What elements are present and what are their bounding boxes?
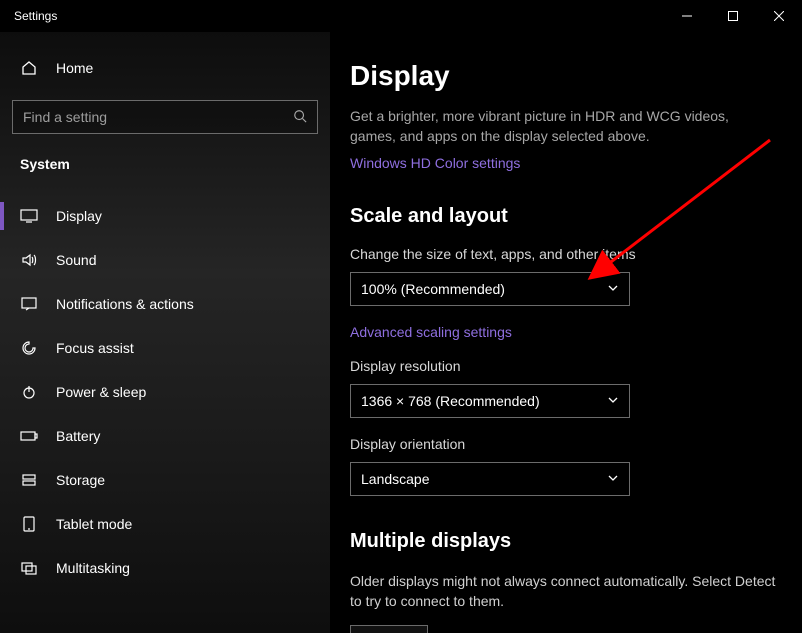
resolution-label: Display resolution: [350, 358, 782, 374]
close-icon: [774, 11, 784, 21]
notifications-icon: [20, 296, 38, 312]
sidebar-item-storage[interactable]: Storage: [12, 458, 318, 502]
titlebar: Settings: [0, 0, 802, 32]
sidebar: Home System Display Sound Notifications …: [0, 32, 330, 633]
chevron-down-icon: [607, 471, 619, 487]
category-label: System: [12, 156, 318, 176]
maximize-button[interactable]: [710, 0, 756, 32]
chevron-down-icon: [607, 393, 619, 409]
home-icon: [20, 60, 38, 76]
power-icon: [20, 384, 38, 400]
storage-icon: [20, 472, 38, 488]
home-button[interactable]: Home: [12, 50, 318, 86]
sidebar-item-label: Focus assist: [56, 340, 134, 356]
sidebar-item-sound[interactable]: Sound: [12, 238, 318, 282]
display-icon: [20, 209, 38, 223]
main-content: Display Get a brighter, more vibrant pic…: [330, 32, 802, 633]
sidebar-item-label: Tablet mode: [56, 516, 132, 532]
search-icon: [293, 109, 307, 126]
window-controls: [664, 0, 802, 32]
sidebar-item-label: Power & sleep: [56, 384, 146, 400]
multiple-displays-desc: Older displays might not always connect …: [350, 571, 780, 612]
sidebar-item-power-sleep[interactable]: Power & sleep: [12, 370, 318, 414]
advanced-scaling-link[interactable]: Advanced scaling settings: [350, 324, 512, 340]
sidebar-item-label: Sound: [56, 252, 96, 268]
orientation-dropdown[interactable]: Landscape: [350, 462, 630, 496]
sidebar-item-tablet-mode[interactable]: Tablet mode: [12, 502, 318, 546]
search-box[interactable]: [12, 100, 318, 134]
app-title: Settings: [14, 9, 57, 23]
close-button[interactable]: [756, 0, 802, 32]
sidebar-item-label: Battery: [56, 428, 100, 444]
home-label: Home: [56, 60, 93, 76]
text-size-label: Change the size of text, apps, and other…: [350, 246, 782, 262]
chevron-down-icon: [607, 281, 619, 297]
sidebar-item-label: Multitasking: [56, 560, 130, 576]
sidebar-item-battery[interactable]: Battery: [12, 414, 318, 458]
sidebar-item-label: Notifications & actions: [56, 296, 194, 312]
detect-button[interactable]: Detect: [350, 625, 428, 633]
battery-icon: [20, 430, 38, 442]
nav-list: Display Sound Notifications & actions Fo…: [12, 194, 318, 590]
text-size-dropdown[interactable]: 100% (Recommended): [350, 272, 630, 306]
hdr-settings-link[interactable]: Windows HD Color settings: [350, 155, 520, 171]
resolution-value: 1366 × 768 (Recommended): [361, 393, 607, 409]
orientation-label: Display orientation: [350, 436, 782, 452]
maximize-icon: [728, 11, 738, 21]
sidebar-item-label: Storage: [56, 472, 105, 488]
hdr-description: Get a brighter, more vibrant picture in …: [350, 106, 770, 147]
sidebar-item-label: Display: [56, 208, 102, 224]
orientation-value: Landscape: [361, 471, 607, 487]
scale-heading: Scale and layout: [350, 205, 782, 228]
multitasking-icon: [20, 560, 38, 576]
tablet-icon: [20, 516, 38, 532]
resolution-dropdown[interactable]: 1366 × 768 (Recommended): [350, 384, 630, 418]
sidebar-item-multitasking[interactable]: Multitasking: [12, 546, 318, 590]
page-title: Display: [350, 60, 782, 92]
sidebar-item-display[interactable]: Display: [12, 194, 318, 238]
sound-icon: [20, 252, 38, 268]
search-input[interactable]: [23, 109, 293, 125]
focus-assist-icon: [20, 340, 38, 356]
minimize-button[interactable]: [664, 0, 710, 32]
multiple-displays-heading: Multiple displays: [350, 530, 782, 553]
sidebar-item-focus-assist[interactable]: Focus assist: [12, 326, 318, 370]
sidebar-item-notifications[interactable]: Notifications & actions: [12, 282, 318, 326]
minimize-icon: [682, 11, 692, 21]
text-size-value: 100% (Recommended): [361, 281, 607, 297]
